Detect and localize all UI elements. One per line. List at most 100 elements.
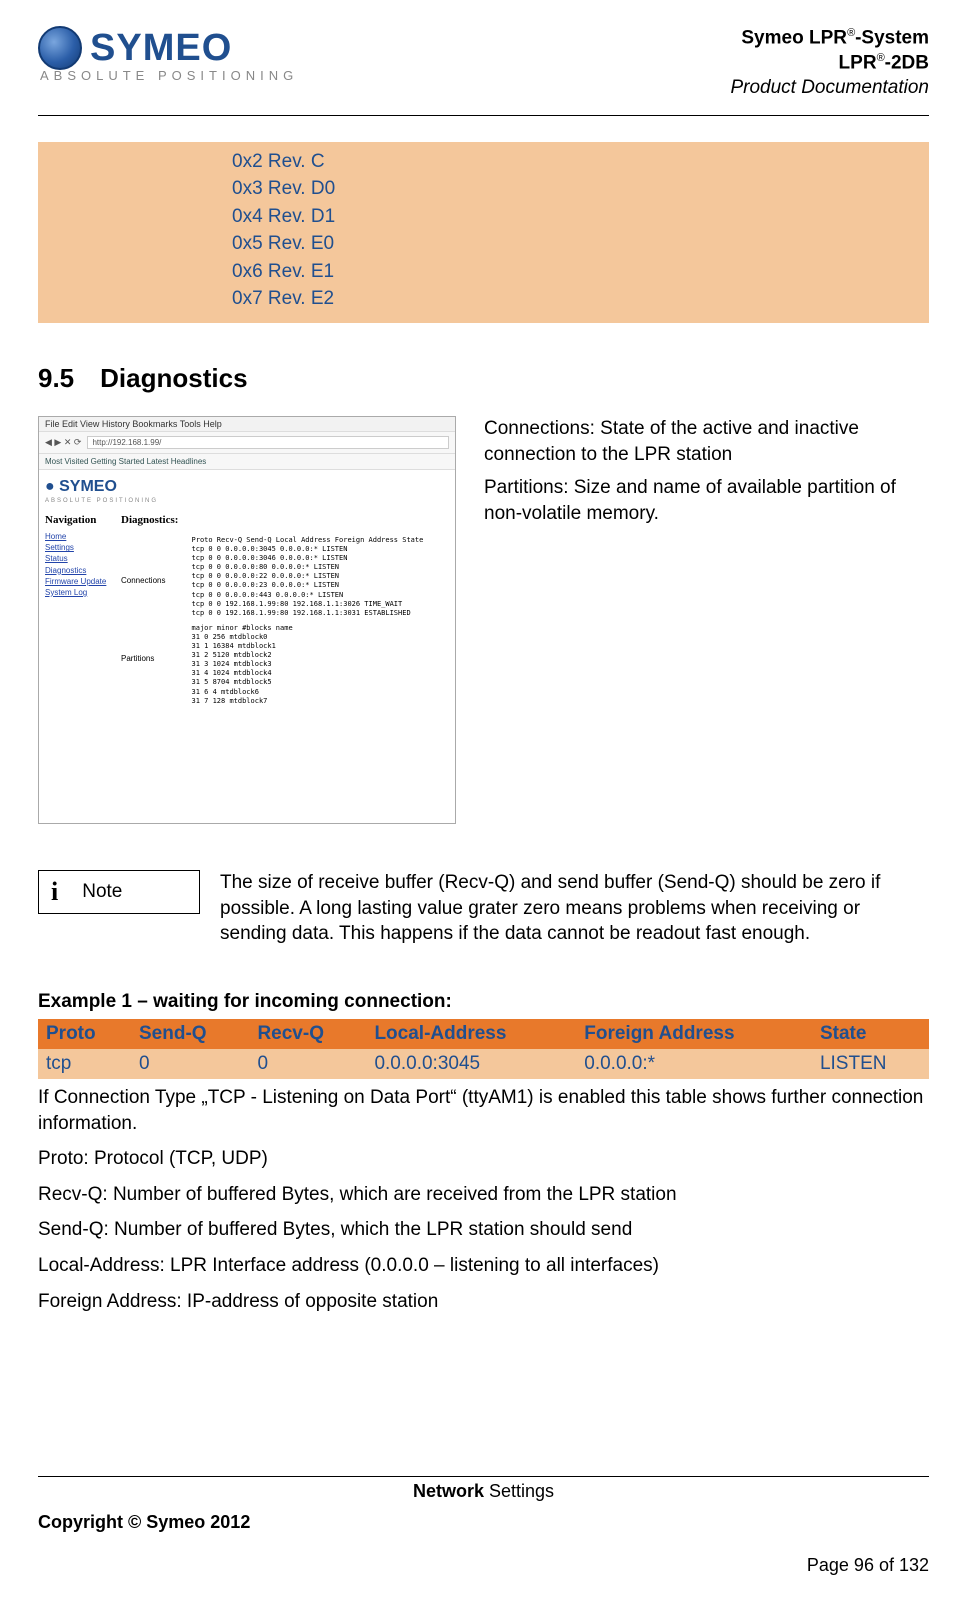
table-row: tcp 0 0 0.0.0.0:3045 0.0.0.0:* LISTEN [38,1049,929,1079]
ss-logo-text: SYMEO [59,478,117,495]
th-proto: Proto [38,1019,131,1049]
hdr-line1a: Symeo LPR [741,27,847,48]
ss-nav-head: Navigation [45,514,111,526]
td-foreign: 0.0.0.0:* [576,1049,812,1079]
ss-conn-label: Connections [121,536,189,585]
hdr-line3: Product Documentation [730,76,929,101]
page-footer: Network Settings Copyright © Symeo 2012 … [38,1476,929,1576]
ss-conn-row: tcp 0 0 192.168.1.99:80 192.168.1.1:3026… [192,600,424,609]
logo-tagline: ABSOLUTE POSITIONING [40,68,298,83]
ss-nav-link: Home [45,531,111,542]
note-label: Note [82,881,122,903]
ss-diag-head: Diagnostics: [121,514,451,526]
ss-part-table: major minor #blocks name 31 0 256 mtdblo… [192,624,293,706]
ss-toolbar: ◀ ▶ ✕ ⟳ http://192.168.1.99/ [39,432,455,454]
footer-page: Page 96 of 132 [38,1555,929,1576]
ss-main: Diagnostics: Connections Proto Recv-Q Se… [117,508,455,712]
ss-conn-header: Proto Recv-Q Send-Q Local Address Foreig… [192,536,424,545]
rev-item: 0x7 Rev. E2 [232,285,335,313]
table-header-row: Proto Send-Q Recv-Q Local-Address Foreig… [38,1019,929,1049]
revision-box: 0x2 Rev. C 0x3 Rev. D0 0x4 Rev. D1 0x5 R… [38,142,929,323]
ss-part-row: 31 3 1024 mtdblock3 [192,660,293,669]
ss-nav-link: Firmware Update [45,576,111,587]
td-state: LISTEN [812,1049,929,1079]
para-local: Local-Address: LPR Interface address (0.… [38,1253,929,1279]
ss-conn-row: tcp 0 0 0.0.0.0:80 0.0.0.0:* LISTEN [192,563,424,572]
hdr-reg2: ® [877,52,885,64]
footer-center-b: Network [413,1481,484,1501]
ss-part-row: 31 1 16384 mtdblock1 [192,642,293,651]
para-sendq: Send-Q: Number of buffered Bytes, which … [38,1217,929,1243]
note-box: i Note [38,870,200,914]
para-recvq: Recv-Q: Number of buffered Bytes, which … [38,1182,929,1208]
rev-item: 0x4 Rev. D1 [232,203,335,231]
ss-conn-row: tcp 0 0 0.0.0.0:23 0.0.0.0:* LISTEN [192,581,424,590]
diag-p2: Partitions: Size and name of available p… [484,475,929,526]
hdr-line2b: -2DB [885,52,929,73]
ss-part-row: 31 6 4 mtdblock6 [192,688,293,697]
logo-block: SYMEO ABSOLUTE POSITIONING [38,26,298,83]
ss-tagline: ABSOLUTE POSITIONING [39,498,455,508]
ss-nav-link: Diagnostics [45,565,111,576]
header-rule [38,115,929,116]
ss-conn-row: tcp 0 0 0.0.0.0:443 0.0.0.0:* LISTEN [192,591,424,600]
ss-nav-icons: ◀ ▶ ✕ ⟳ [45,437,81,448]
ss-part-row: 31 0 256 mtdblock0 [192,633,293,642]
ss-conn-row: tcp 0 0 0.0.0.0:22 0.0.0.0:* LISTEN [192,572,424,581]
ss-conn-row: tcp 0 0 192.168.1.99:80 192.168.1.1:3031… [192,609,424,618]
diagnostics-description: Connections: State of the active and ina… [484,416,929,535]
section-heading: 9.5 Diagnostics [38,363,929,394]
diag-p1: Connections: State of the active and ina… [484,416,929,467]
ss-part-row: 31 4 1024 mtdblock4 [192,669,293,678]
th-local: Local-Address [366,1019,576,1049]
th-recvq: Recv-Q [249,1019,366,1049]
diagnostics-screenshot: File Edit View History Bookmarks Tools H… [38,416,456,824]
footer-center-r: Settings [484,1481,554,1501]
ss-part-row: 31 7 128 mtdblock7 [192,697,293,706]
hdr-reg1: ® [847,27,855,39]
td-local: 0.0.0.0:3045 [366,1049,576,1079]
ss-url: http://192.168.1.99/ [87,436,449,449]
th-sendq: Send-Q [131,1019,249,1049]
footer-rule [38,1476,929,1477]
para-proto: Proto: Protocol (TCP, UDP) [38,1146,929,1172]
example-table: Proto Send-Q Recv-Q Local-Address Foreig… [38,1019,929,1079]
rev-item: 0x3 Rev. D0 [232,175,335,203]
para-conn-type: If Connection Type „TCP - Listening on D… [38,1085,929,1136]
note-text: The size of receive buffer (Recv-Q) and … [220,870,929,947]
ss-conn-row: tcp 0 0 0.0.0.0:3046 0.0.0.0:* LISTEN [192,554,424,563]
rev-item: 0x5 Rev. E0 [232,230,335,258]
page-header: SYMEO ABSOLUTE POSITIONING Symeo LPR®-Sy… [38,26,929,111]
ss-logo: ● SYMEO [39,470,455,498]
para-foreign: Foreign Address: IP-address of opposite … [38,1289,929,1315]
ss-part-row: 31 5 8704 mtdblock5 [192,678,293,687]
footer-center: Network Settings [38,1481,929,1502]
ss-nav-link: Settings [45,542,111,553]
logo-text: SYMEO [90,27,232,70]
ss-part-header: major minor #blocks name [192,624,293,633]
th-foreign: Foreign Address [576,1019,812,1049]
ss-conn-table: Proto Recv-Q Send-Q Local Address Foreig… [192,536,424,618]
footer-copyright: Copyright © Symeo 2012 [38,1512,929,1533]
info-icon: i [51,877,58,907]
ss-menubar: File Edit View History Bookmarks Tools H… [39,417,455,432]
example-heading: Example 1 – waiting for incoming connect… [38,991,929,1013]
section-title: Diagnostics [100,363,247,393]
header-right: Symeo LPR®-System LPR®-2DB Product Docum… [730,26,929,101]
logo-icon [38,26,82,70]
revision-list: 0x2 Rev. C 0x3 Rev. D0 0x4 Rev. D1 0x5 R… [232,148,335,313]
th-state: State [812,1019,929,1049]
rev-item: 0x6 Rev. E1 [232,258,335,286]
ss-nav: Navigation Home Settings Status Diagnost… [39,508,117,712]
ss-conn-row: tcp 0 0 0.0.0.0:3045 0.0.0.0:* LISTEN [192,545,424,554]
td-proto: tcp [38,1049,131,1079]
hdr-line1b: -System [855,27,929,48]
ss-nav-link: Status [45,553,111,564]
ss-nav-link: System Log [45,587,111,598]
ss-part-label: Partitions [121,624,189,663]
section-number: 9.5 [38,363,74,393]
td-sendq: 0 [131,1049,249,1079]
ss-bookmarks: Most Visited Getting Started Latest Head… [39,454,455,470]
td-recvq: 0 [249,1049,366,1079]
ss-part-row: 31 2 5120 mtdblock2 [192,651,293,660]
